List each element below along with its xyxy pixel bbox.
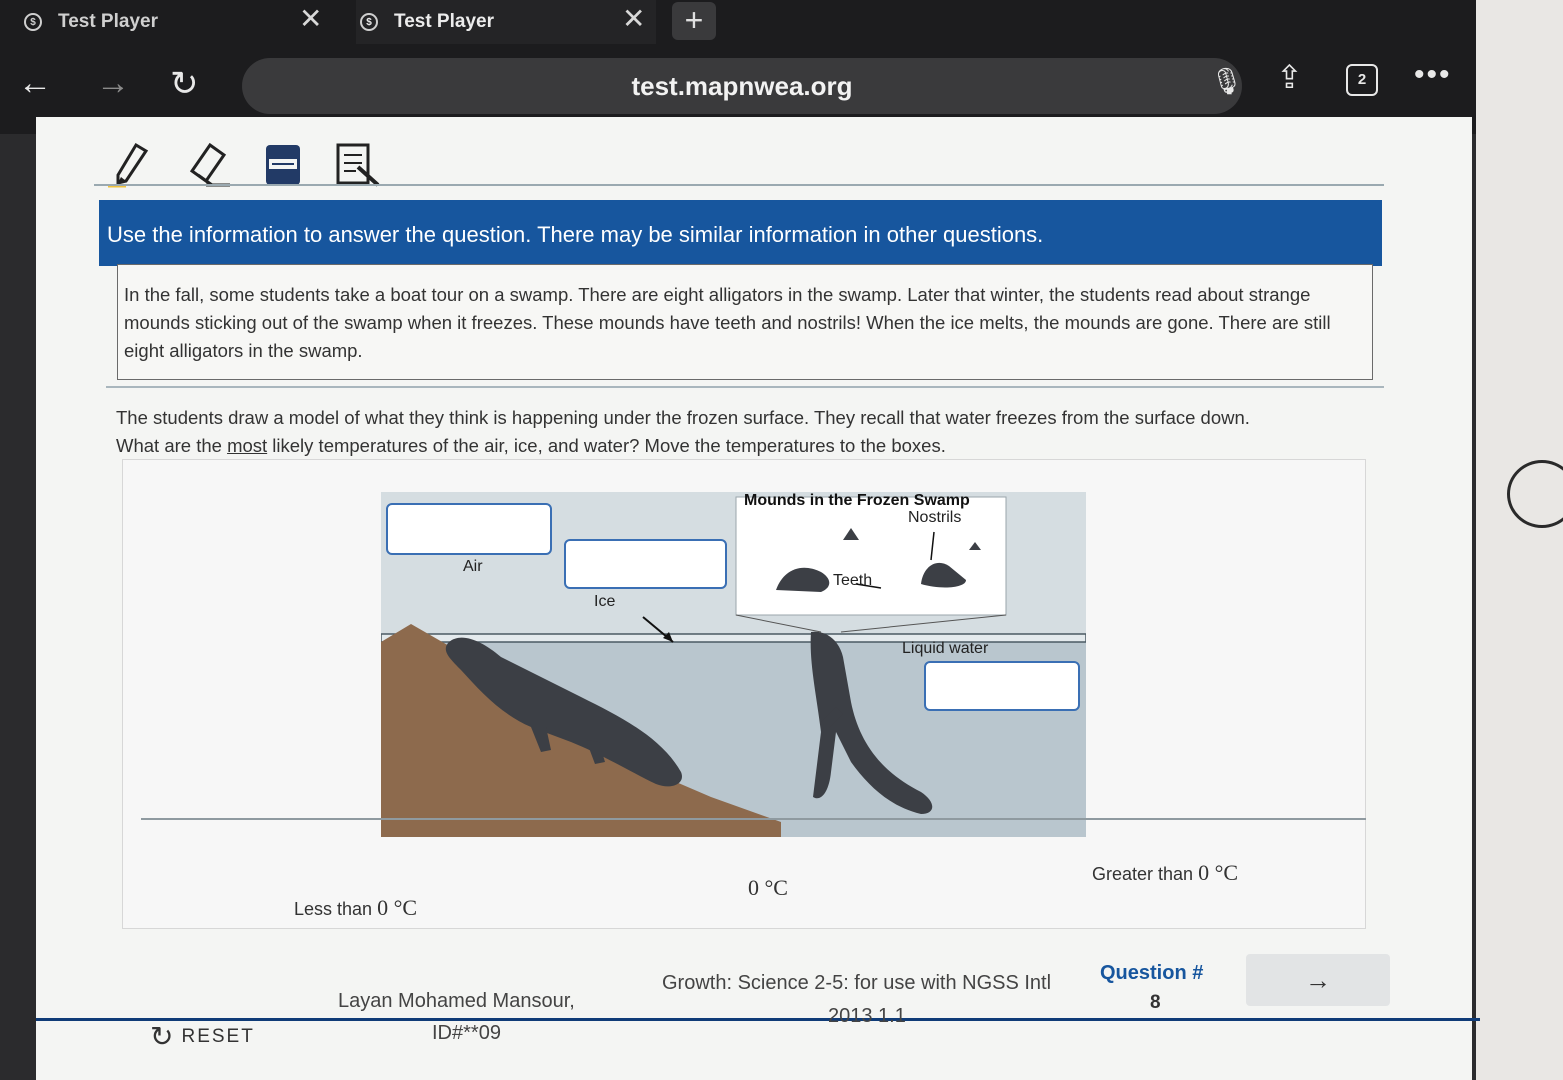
url-text: test.mapnwea.org: [631, 71, 853, 101]
question-emphasis: most: [227, 435, 268, 456]
question-line-1: The students draw a model of what they t…: [116, 407, 1250, 428]
highlighter-icon[interactable]: [106, 141, 156, 189]
option-value: 0 °C: [1198, 860, 1239, 885]
inset-title: Mounds in the Frozen Swamp: [744, 492, 970, 509]
device-bezel: [1476, 0, 1563, 1080]
label-liquid-water: Liquid water: [902, 640, 989, 657]
question-label: Question #: [1100, 962, 1204, 984]
answer-masking-icon[interactable]: [334, 141, 384, 189]
browser-tab-bar: $ Test Player ✕ $ Test Player ✕ +: [0, 0, 1480, 44]
label-air: Air: [463, 558, 483, 575]
reload-icon[interactable]: ↻: [170, 64, 199, 104]
passage-text: In the fall, some students take a boat t…: [124, 284, 1331, 361]
close-icon[interactable]: ✕: [622, 2, 645, 35]
student-id: ID#**09: [432, 1022, 501, 1044]
option-less-than-zero[interactable]: Less than 0 °C: [294, 895, 417, 921]
more-icon[interactable]: •••: [1414, 58, 1452, 92]
microphone-icon[interactable]: 🎙: [1210, 66, 1243, 97]
site-favicon-icon: $: [24, 13, 42, 31]
question-line-2-end: likely temperatures of the air, ice, and…: [267, 435, 946, 456]
option-prefix: Less than: [294, 899, 378, 919]
option-greater-than-zero[interactable]: Greater than 0 °C: [1092, 860, 1238, 886]
banner-text: Use the information to answer the questi…: [107, 222, 1044, 247]
question-line-2: What are the most likely temperatures of…: [116, 432, 1376, 460]
question-line-2-start: What are the: [116, 435, 228, 456]
label-teeth: Teeth: [833, 572, 873, 589]
tab-title: Test Player: [58, 11, 158, 32]
divider: [106, 386, 1384, 388]
option-prefix: Greater than: [1092, 864, 1199, 884]
line-reader-icon[interactable]: [260, 141, 310, 189]
reset-icon: ↻: [150, 1021, 176, 1052]
browser-tab[interactable]: $ Test Player ✕: [24, 0, 334, 44]
student-name: Layan Mohamed Mansour,: [338, 990, 575, 1012]
question-text: The students draw a model of what they t…: [116, 404, 1376, 460]
instruction-banner: Use the information to answer the questi…: [99, 200, 1382, 266]
arrow-left-icon[interactable]: ←: [18, 64, 52, 103]
water-drop-box[interactable]: [924, 661, 1080, 711]
tab-title: Test Player: [394, 11, 494, 32]
ice-drop-box[interactable]: [564, 539, 727, 589]
eraser-icon[interactable]: [184, 141, 234, 189]
test-page: Use the information to answer the questi…: [36, 117, 1472, 1080]
test-name: Growth: Science 2-5: for use with NGSS I…: [662, 972, 1052, 994]
question-number: 8: [1150, 992, 1161, 1013]
browser-tab-active[interactable]: $ Test Player ✕: [356, 0, 656, 44]
close-icon[interactable]: ✕: [299, 2, 322, 35]
label-ice: Ice: [594, 593, 616, 610]
inset-box: [735, 496, 1007, 616]
divider: [94, 184, 1384, 186]
option-zero[interactable]: 0 °C: [748, 875, 788, 901]
site-favicon-icon: $: [360, 13, 378, 31]
url-bar[interactable]: test.mapnwea.org: [242, 58, 1242, 114]
new-tab-button[interactable]: +: [672, 2, 716, 40]
option-value: 0 °C: [377, 895, 418, 920]
tab-switcher-icon[interactable]: 2: [1346, 64, 1378, 96]
divider: [141, 818, 1366, 820]
option-value: 0 °C: [748, 875, 788, 900]
arrow-right-icon[interactable]: →: [96, 64, 130, 103]
passage-box: In the fall, some students take a boat t…: [117, 264, 1373, 380]
reset-button[interactable]: ↻ RESET: [150, 1020, 255, 1053]
air-drop-box[interactable]: [386, 503, 552, 555]
label-nostrils: Nostrils: [908, 509, 962, 526]
next-button[interactable]: →: [1246, 954, 1390, 1006]
share-icon[interactable]: ⇪: [1276, 58, 1303, 96]
test-version: 2013 1.1: [828, 1005, 906, 1027]
reset-label: RESET: [181, 1025, 255, 1047]
